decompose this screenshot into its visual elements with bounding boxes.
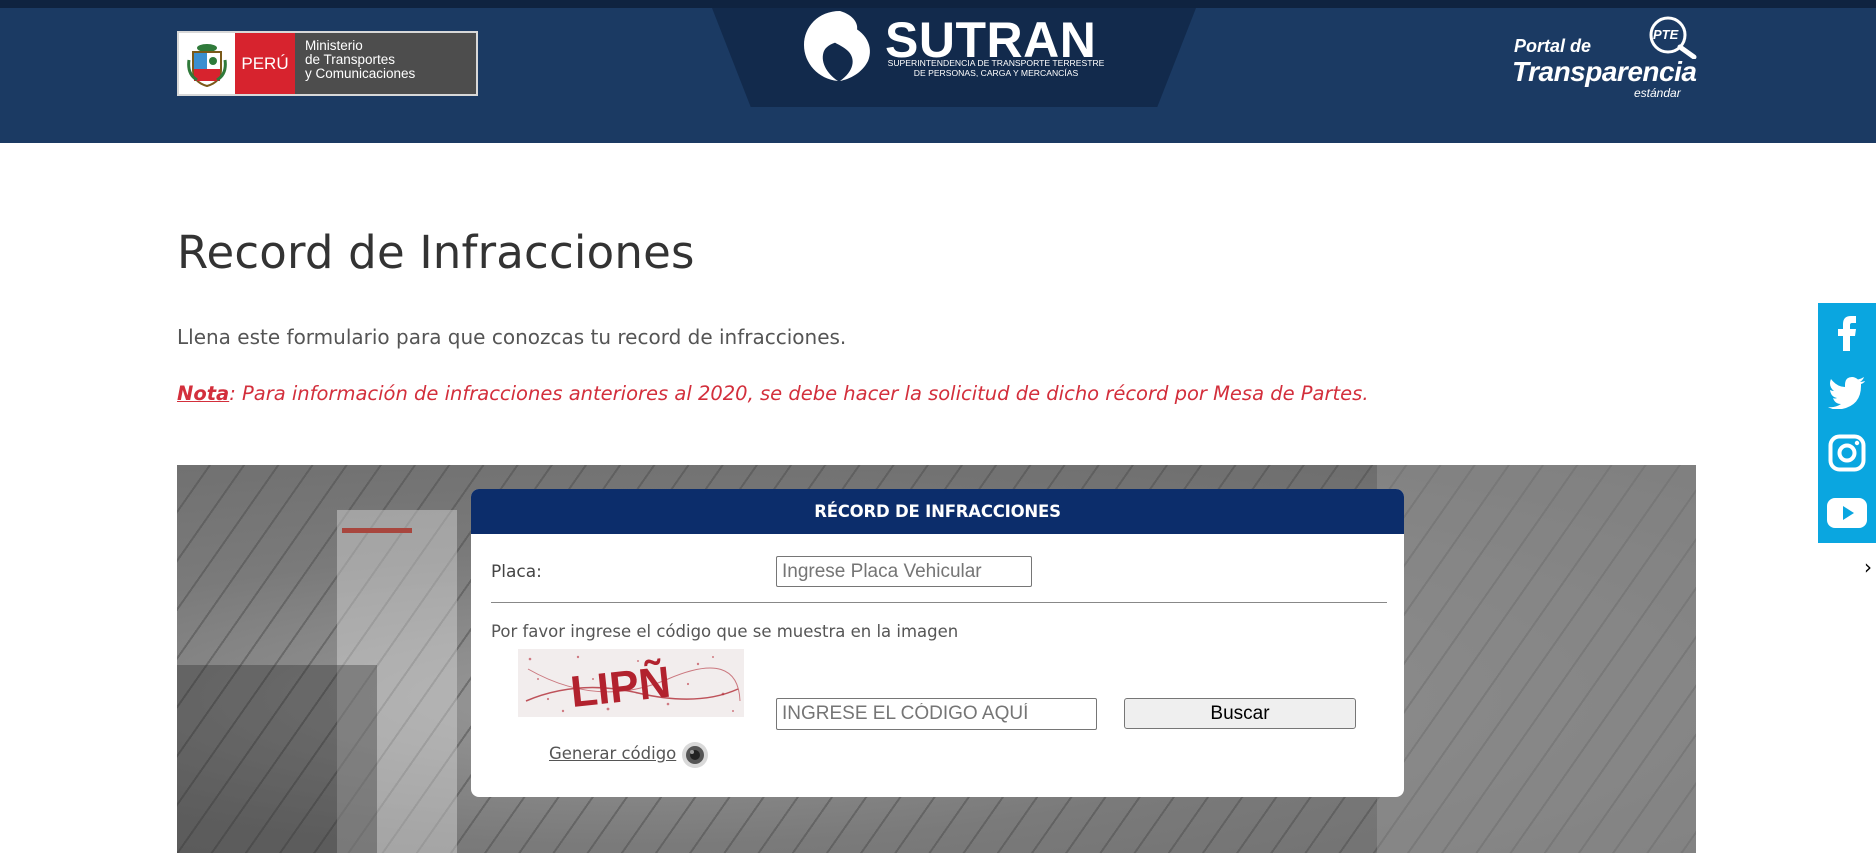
form-divider xyxy=(491,602,1387,603)
peru-coat-of-arms-icon xyxy=(179,33,235,94)
sutran-tagline: SUPERINTENDENCIA DE TRANSPORTE TERRESTRE… xyxy=(886,58,1106,78)
page-title: Record de Infracciones xyxy=(177,226,695,279)
youtube-link[interactable]: YouTube xyxy=(1818,483,1876,543)
note-colon: : xyxy=(229,382,236,405)
social-sidebar: Facebook Twitter Instagram YouTube xyxy=(1818,303,1876,543)
ministry-logo[interactable]: PERÚ Ministerio de Transportes y Comunic… xyxy=(177,31,478,96)
banner-shadow xyxy=(177,665,377,853)
captcha-instruction: Por favor ingrese el código que se muest… xyxy=(491,622,959,641)
ministry-name: Ministerio de Transportes y Comunicacion… xyxy=(295,33,476,94)
banner-red-accent xyxy=(342,528,412,533)
edge-icon-fragment: › xyxy=(1864,555,1872,579)
placa-label: Placa: xyxy=(491,562,542,582)
header-top-strip xyxy=(0,0,1876,8)
ministry-line-2: de Transportes xyxy=(305,52,396,67)
generate-code-link[interactable]: Generar código xyxy=(549,744,676,763)
pte-subtitle-text: estándar xyxy=(1634,86,1681,100)
note-text: Nota: Para información de infracciones a… xyxy=(177,382,1369,405)
facebook-link[interactable]: Facebook xyxy=(1818,303,1876,363)
sutran-logo[interactable]: SUTRAN SUPERINTENDENCIA DE TRANSPORTE TE… xyxy=(800,9,1110,84)
facebook-icon xyxy=(1838,316,1856,351)
sutran-tagline-line-1: SUPERINTENDENCIA DE TRANSPORTE TERRESTRE xyxy=(887,58,1105,68)
twitter-link[interactable]: Twitter xyxy=(1818,363,1876,423)
pte-badge-text: PTE xyxy=(1653,27,1679,42)
ministry-line-1: Ministerio xyxy=(305,38,363,53)
captcha-image: LIPÑ xyxy=(518,649,744,717)
transparency-portal-logo[interactable]: PTE Portal de Transparencia estándar xyxy=(1510,15,1700,105)
captcha-text: LIPÑ xyxy=(568,657,673,717)
peru-label: PERÚ xyxy=(235,33,295,94)
placa-input[interactable] xyxy=(776,556,1032,587)
pte-portal-text: Portal de xyxy=(1514,36,1592,56)
banner-right-wall xyxy=(1377,465,1696,853)
form-heading: RÉCORD DE INFRACCIONES xyxy=(471,489,1404,534)
note-body: Para información de infracciones anterio… xyxy=(235,382,1369,405)
intro-text: Llena este formulario para que conozcas … xyxy=(177,325,847,349)
instagram-icon xyxy=(1828,434,1866,472)
sutran-tagline-line-2: DE PERSONAS, CARGA Y MERCANCÍAS xyxy=(913,68,1079,78)
infractions-form-card: RÉCORD DE INFRACCIONES Placa: Por favor … xyxy=(471,489,1404,797)
youtube-icon xyxy=(1827,498,1867,528)
audio-speaker-icon[interactable] xyxy=(680,740,710,770)
twitter-icon xyxy=(1828,377,1865,409)
sutran-swoosh-icon xyxy=(804,11,870,81)
ministry-line-3: y Comunicaciones xyxy=(305,66,416,81)
captcha-code-input[interactable] xyxy=(776,698,1097,730)
search-button[interactable]: Buscar xyxy=(1124,698,1356,729)
pte-title-text: Transparencia xyxy=(1512,56,1697,87)
instagram-link[interactable]: Instagram xyxy=(1818,423,1876,483)
note-label: Nota xyxy=(177,382,230,405)
